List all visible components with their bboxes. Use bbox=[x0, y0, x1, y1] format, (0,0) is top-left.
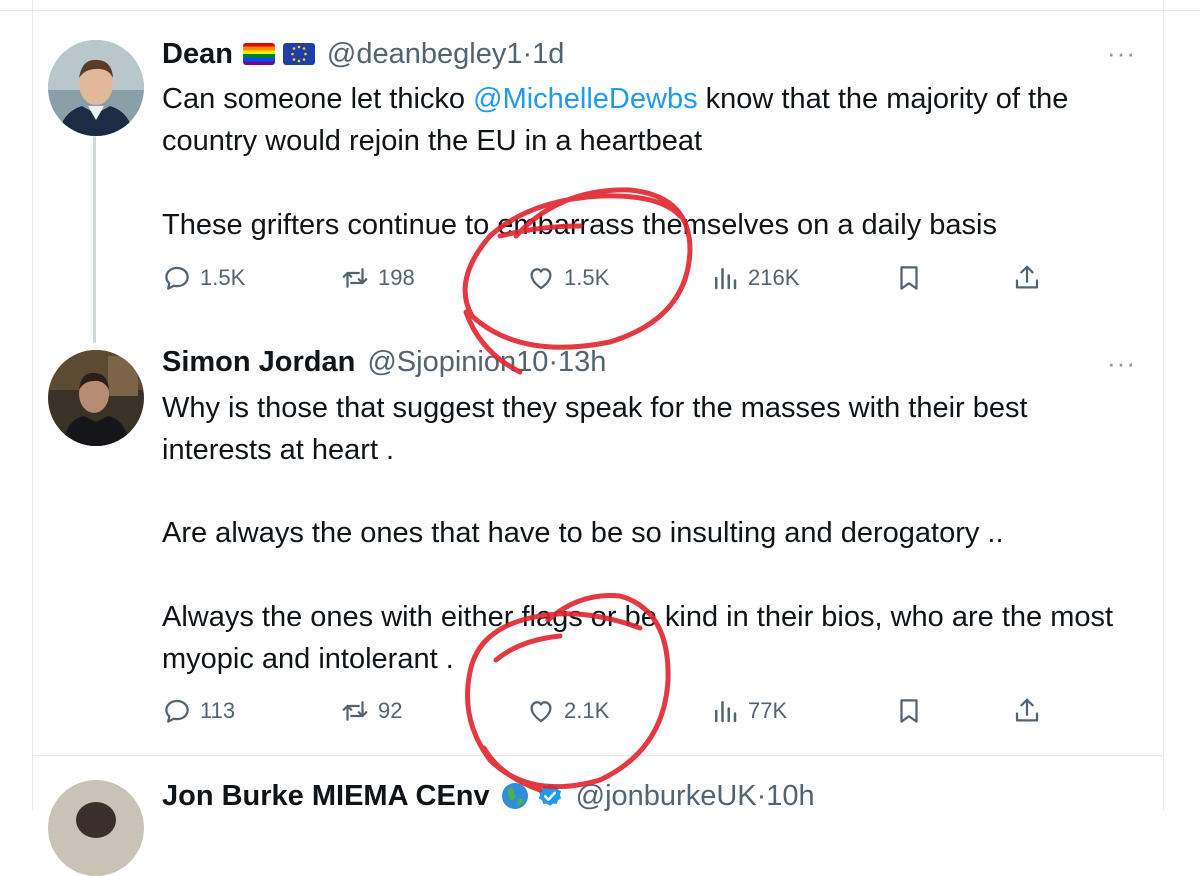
globe-emoji-icon bbox=[501, 783, 528, 809]
reply-button[interactable]: 113 bbox=[162, 691, 235, 731]
author-handle[interactable]: @jonburkeUK bbox=[576, 780, 757, 813]
dot-separator: · bbox=[548, 345, 559, 378]
repost-button[interactable]: 92 bbox=[340, 691, 402, 731]
thread-connector-line bbox=[93, 136, 96, 343]
tweet-header: Simon Jordan @Sjopinion10 · 13h bbox=[162, 342, 606, 382]
eu-flag-icon bbox=[282, 43, 315, 65]
tweet-header: Dean @deanbegley1 · 1d bbox=[162, 34, 564, 74]
reply-icon bbox=[165, 699, 189, 723]
tweet-text-paragraph: Are always the ones that have to be so i… bbox=[162, 517, 1004, 549]
avatar-jon-burke[interactable] bbox=[48, 780, 144, 876]
reply-count: 1.5K bbox=[200, 265, 246, 290]
share-button[interactable] bbox=[1012, 258, 1042, 298]
repost-button[interactable]: 198 bbox=[340, 258, 415, 298]
bookmark-icon bbox=[900, 266, 918, 290]
repost-icon bbox=[342, 701, 368, 721]
views-button[interactable]: 77K bbox=[710, 691, 787, 731]
author-name[interactable]: Jon Burke MIEMA CEnv bbox=[162, 780, 490, 813]
avatar-simon-jordan[interactable] bbox=[48, 350, 144, 446]
dot-separator: · bbox=[756, 779, 767, 812]
reply-count: 113 bbox=[200, 698, 236, 723]
views-icon bbox=[715, 268, 737, 290]
tweet-text-paragraph: Why is those that suggest they speak for… bbox=[162, 392, 1028, 466]
more-options-icon[interactable]: ··· bbox=[1107, 348, 1136, 379]
heart-icon bbox=[530, 701, 552, 723]
tweet-divider bbox=[32, 755, 1162, 756]
bookmark-icon bbox=[900, 699, 918, 723]
timestamp[interactable]: 13h bbox=[558, 346, 606, 379]
tweet-header: Jon Burke MIEMA CEnv @jonburkeUK · 10h bbox=[162, 776, 815, 816]
tweet-text-paragraph: These grifters continue to embarrass the… bbox=[162, 209, 997, 241]
share-icon bbox=[1015, 698, 1039, 722]
repost-count: 92 bbox=[378, 698, 403, 723]
avatar-simon-jordan-image bbox=[48, 350, 144, 446]
reply-icon bbox=[165, 266, 189, 290]
repost-icon bbox=[342, 268, 368, 288]
like-button[interactable]: 2.1K bbox=[526, 691, 609, 731]
author-name[interactable]: Simon Jordan bbox=[162, 346, 355, 379]
author-name[interactable]: Dean bbox=[162, 38, 233, 71]
timestamp[interactable]: 10h bbox=[766, 780, 814, 813]
repost-count: 198 bbox=[378, 265, 415, 290]
tweet-actions: 1.5K 198 1.5K 216K bbox=[162, 258, 1062, 298]
tweet-text: Can someone let thicko @MichelleDewbs kn… bbox=[162, 78, 1152, 162]
timestamp[interactable]: 1d bbox=[532, 38, 564, 71]
tweet-text-paragraph: Always the ones with either flags or be … bbox=[162, 601, 1114, 675]
like-count: 2.1K bbox=[564, 698, 610, 723]
reply-button[interactable]: 1.5K bbox=[162, 258, 245, 298]
like-button[interactable]: 1.5K bbox=[526, 258, 609, 298]
heart-icon bbox=[530, 268, 552, 290]
views-count: 216K bbox=[748, 265, 800, 290]
share-icon bbox=[1015, 265, 1039, 289]
views-button[interactable]: 216K bbox=[710, 258, 799, 298]
views-icon bbox=[715, 701, 737, 723]
share-button[interactable] bbox=[1012, 691, 1042, 731]
avatar-dean-image bbox=[48, 40, 144, 136]
more-options-icon[interactable]: ··· bbox=[1107, 38, 1136, 69]
author-handle[interactable]: @deanbegley1 bbox=[327, 38, 523, 71]
rainbow-flag-icon bbox=[242, 43, 275, 65]
avatar-dean[interactable] bbox=[48, 40, 144, 136]
tweet-text-part: Can someone let thicko bbox=[162, 83, 474, 115]
bookmark-button[interactable] bbox=[894, 691, 924, 731]
mention-link[interactable]: @MichelleDewbs bbox=[473, 83, 697, 115]
views-count: 77K bbox=[748, 698, 788, 723]
tweet-actions: 113 92 2.1K 77K bbox=[162, 691, 1062, 731]
like-count: 1.5K bbox=[564, 265, 610, 290]
author-handle[interactable]: @Sjopinion10 bbox=[367, 346, 548, 379]
bookmark-button[interactable] bbox=[894, 258, 924, 298]
avatar-jon-burke-image bbox=[48, 780, 144, 876]
dot-separator: · bbox=[522, 37, 533, 70]
